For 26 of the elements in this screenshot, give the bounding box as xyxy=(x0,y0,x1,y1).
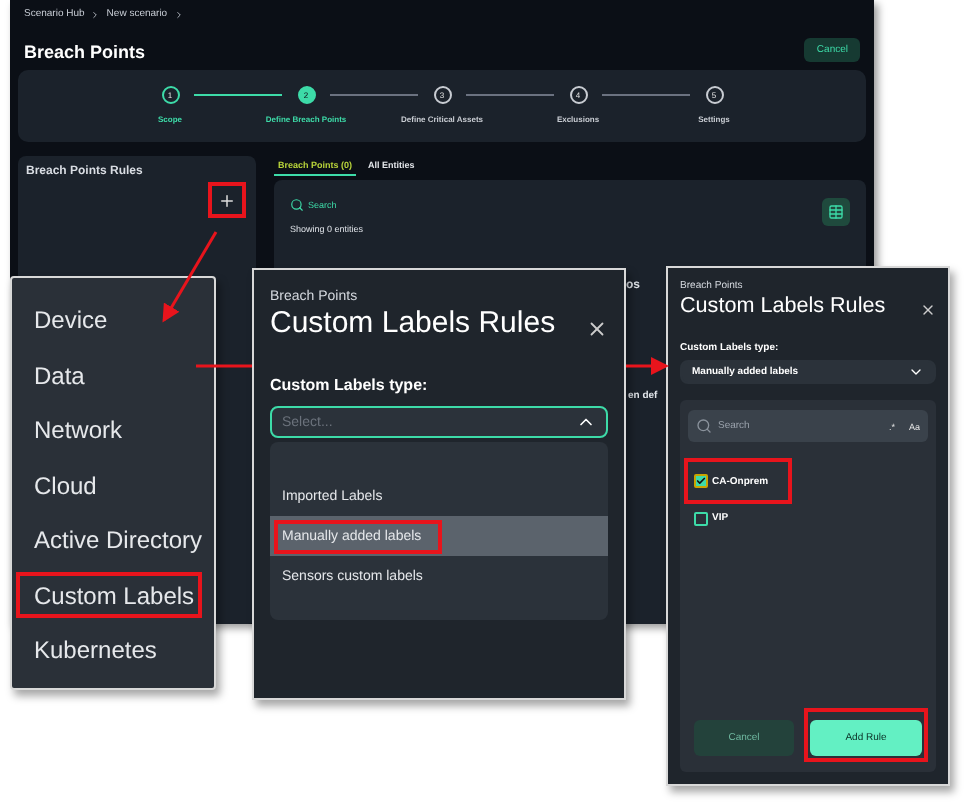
checkbox[interactable] xyxy=(694,474,708,488)
dialog-title: Custom Labels Rules xyxy=(270,306,556,340)
menu-item[interactable]: Kubernetes xyxy=(16,626,202,673)
menu-item[interactable]: Network xyxy=(16,406,202,453)
chevron-down-icon xyxy=(908,364,924,380)
search-icon xyxy=(696,418,712,434)
chevron-icon xyxy=(90,9,101,19)
page-title: Breach Points xyxy=(24,42,146,62)
menu-item[interactable]: Device xyxy=(16,296,202,343)
callout-line xyxy=(196,364,252,368)
callout-arrow xyxy=(162,231,218,323)
menu-item[interactable]: Cloud xyxy=(16,461,202,508)
close-button[interactable] xyxy=(920,302,936,318)
search-icon xyxy=(290,198,304,212)
plus-icon xyxy=(218,191,236,209)
chevron-icon xyxy=(173,9,184,19)
menu-item[interactable]: Custom Labels xyxy=(16,571,202,618)
menu-item[interactable]: Active Directory xyxy=(16,516,202,563)
field-label: Custom Labels type: xyxy=(270,376,430,394)
table-icon[interactable] xyxy=(822,198,850,226)
close-button[interactable] xyxy=(586,318,608,340)
menu-item[interactable]: Data xyxy=(16,351,202,398)
checkbox[interactable] xyxy=(694,511,708,525)
dialog-title: Custom Labels Rules xyxy=(680,294,886,318)
callout-arrow xyxy=(626,357,669,375)
add-button[interactable] xyxy=(208,182,246,218)
